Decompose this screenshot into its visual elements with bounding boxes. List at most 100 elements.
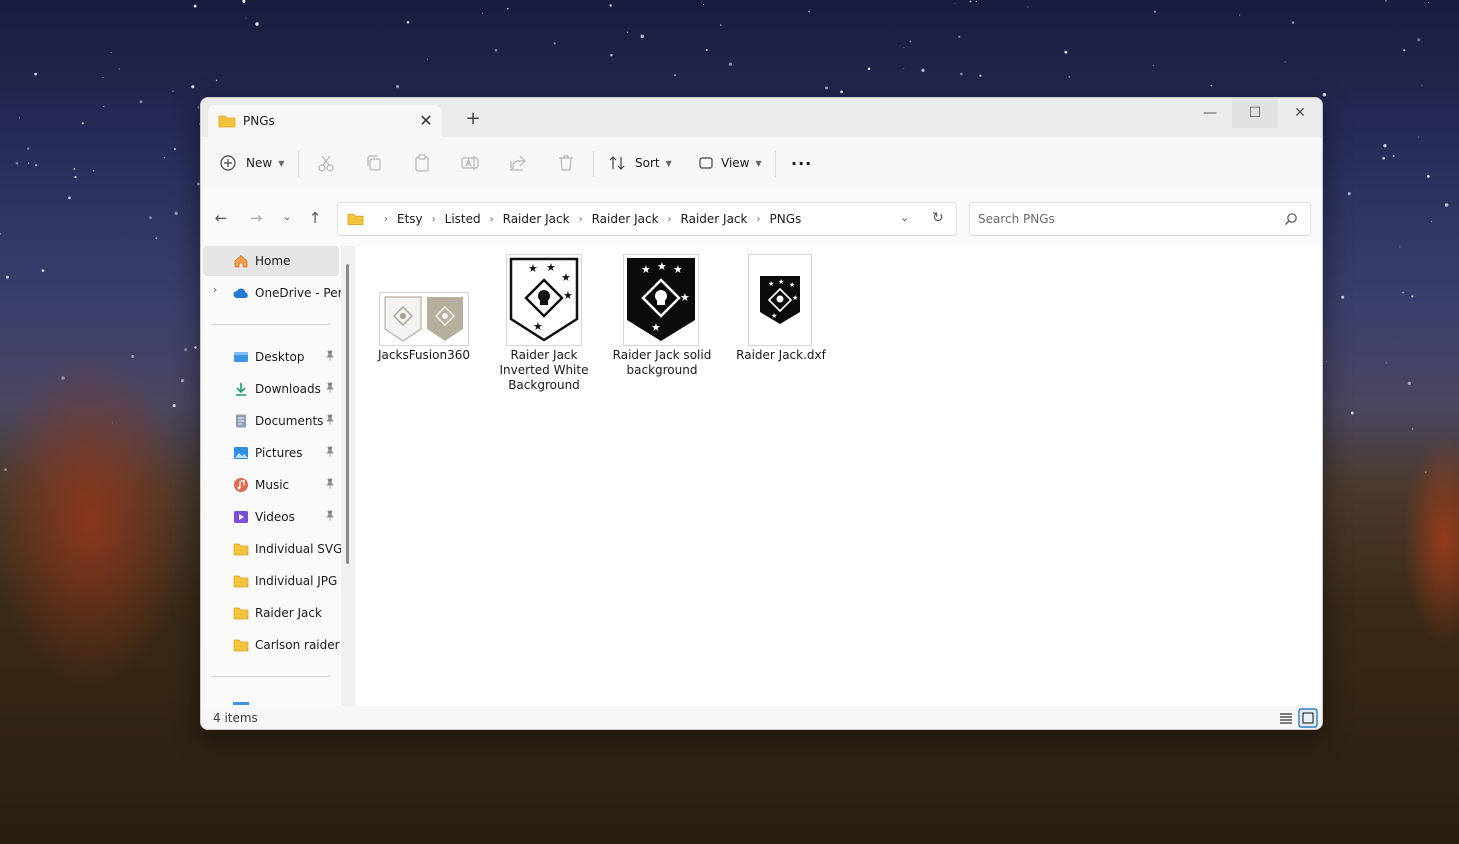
star — [494, 48, 498, 52]
view-button[interactable]: View ▼ — [697, 149, 762, 177]
forward-arrow-icon[interactable]: → — [246, 208, 266, 228]
minimize-button[interactable]: — — [1187, 98, 1233, 128]
star — [954, 3, 956, 5]
close-tab-icon[interactable]: ✕ — [416, 111, 436, 131]
star — [68, 196, 71, 200]
new-tab-button[interactable]: + — [463, 109, 483, 129]
pin-icon — [326, 446, 334, 457]
star — [1027, 6, 1029, 8]
address-dropdown-chevron-icon[interactable]: ⌄ — [900, 211, 909, 224]
cut-icon[interactable] — [316, 153, 336, 173]
star — [1424, 471, 1427, 473]
star — [909, 40, 912, 43]
breadcrumb-pngs[interactable]: PNGs — [769, 212, 801, 226]
address-bar[interactable]: › Etsy › Listed › Raider Jack › Raider J… — [337, 202, 957, 236]
star — [396, 85, 400, 89]
maximize-button[interactable]: ☐ — [1232, 98, 1278, 128]
pin-icon — [326, 382, 334, 393]
file-item[interactable]: ★ ★ ★ ★ ★ Raider Jack solid background — [607, 254, 717, 378]
star — [92, 169, 95, 172]
breadcrumb-raider-jack-2[interactable]: Raider Jack — [592, 212, 659, 226]
svg-text:★: ★ — [778, 278, 784, 286]
sidebar-item-onedrive[interactable]: › OneDrive - Perso — [201, 278, 341, 308]
star — [553, 42, 556, 45]
star — [1392, 154, 1395, 158]
sidebar-item-individual-svg[interactable]: Individual SVG — [201, 534, 341, 564]
share-icon[interactable] — [508, 153, 528, 173]
breadcrumb-raider-jack-3[interactable]: Raider Jack — [681, 212, 748, 226]
star — [1210, 84, 1213, 87]
star — [969, 0, 972, 3]
back-arrow-icon[interactable]: ← — [211, 208, 231, 228]
star — [728, 62, 733, 66]
sidebar-item-label: Raider Jack — [255, 606, 322, 620]
star — [61, 376, 65, 380]
file-item[interactable]: ★ ★ ★ ★ ★ Raider Jack.dxf — [726, 254, 836, 363]
sidebar-item-documents[interactable]: Documents — [201, 406, 341, 436]
star — [1411, 428, 1414, 430]
star — [610, 53, 613, 57]
sidebar-item-label: Home — [255, 254, 291, 268]
tab-pngs[interactable]: PNGs ✕ — [208, 105, 442, 137]
sidebar-item-individual-jpg[interactable]: Individual JPG — [201, 566, 341, 596]
desktop-icon — [234, 352, 248, 362]
search-icon[interactable] — [1284, 212, 1298, 226]
scrollbar-thumb[interactable] — [346, 264, 349, 564]
file-item[interactable]: ★ ★ ★ ★ ★ Raider Jack Inverted White Bac… — [489, 254, 599, 393]
delete-icon[interactable] — [556, 153, 576, 173]
file-name: Raider Jack.dxf — [736, 348, 826, 362]
sidebar-item-pictures[interactable]: Pictures — [201, 438, 341, 468]
star — [1418, 136, 1420, 138]
up-arrow-icon[interactable]: ↑ — [305, 208, 325, 228]
status-bar: 4 items — [201, 706, 1322, 729]
more-options-button[interactable]: ··· — [791, 149, 812, 177]
sidebar-item-home[interactable]: Home — [203, 246, 339, 276]
recent-locations-chevron-icon[interactable]: ⌄ — [277, 208, 297, 228]
star — [102, 76, 104, 79]
close-window-button[interactable]: ✕ — [1277, 98, 1322, 128]
breadcrumb-raider-jack-1[interactable]: Raider Jack — [503, 212, 570, 226]
paste-icon[interactable] — [412, 153, 432, 173]
star — [34, 72, 37, 76]
sort-button[interactable]: Sort ▼ — [608, 149, 672, 177]
star — [149, 216, 153, 220]
toolbar-divider — [298, 151, 299, 177]
new-button[interactable]: New ▼ — [219, 149, 284, 177]
sidebar-item-carlson-raider[interactable]: Carlson raider — [201, 630, 341, 660]
breadcrumb-etsy[interactable]: Etsy — [397, 212, 423, 226]
sidebar-item-desktop[interactable]: Desktop — [201, 342, 341, 372]
star — [19, 117, 21, 119]
expand-chevron-icon[interactable]: › — [213, 285, 217, 296]
file-item[interactable]: JacksFusion360 — [369, 254, 479, 363]
rename-icon[interactable] — [460, 153, 480, 173]
star — [1153, 10, 1157, 13]
sidebar-item-raider-jack[interactable]: Raider Jack — [201, 598, 341, 628]
large-icons-view-icon[interactable] — [1298, 708, 1318, 728]
folder-icon — [233, 639, 249, 652]
sidebar-item-videos[interactable]: Videos — [201, 502, 341, 532]
toolbar-divider — [593, 151, 594, 177]
star — [193, 4, 197, 8]
file-list: JacksFusion360 ★ ★ ★ ★ ★ Raider Jack Inv… — [356, 246, 1322, 706]
star — [1325, 361, 1328, 363]
svg-text:★: ★ — [657, 260, 667, 273]
star — [5, 275, 9, 279]
command-bar: New ▼ Sort ▼ View ▼ ··· — [201, 137, 1322, 191]
details-view-icon[interactable] — [1276, 708, 1296, 728]
refresh-icon[interactable]: ↻ — [932, 210, 944, 226]
chevron-down-icon: ▼ — [755, 158, 762, 168]
black-shield-thumbnail-icon: ★ ★ ★ ★ ★ — [623, 254, 699, 346]
pin-icon — [326, 414, 334, 425]
star — [191, 85, 195, 89]
copy-icon[interactable] — [364, 153, 384, 173]
sidebar-item-downloads[interactable]: Downloads — [201, 374, 341, 404]
star — [118, 68, 120, 70]
breadcrumb-listed[interactable]: Listed — [445, 212, 481, 226]
search-box[interactable]: Search PNGs — [969, 202, 1311, 236]
sidebar-item-music[interactable]: Music — [201, 470, 341, 500]
star — [112, 422, 114, 424]
sidebar-scrollbar[interactable] — [341, 246, 355, 706]
star — [1291, 21, 1295, 24]
breadcrumb-separator: › — [384, 213, 388, 225]
star — [41, 269, 45, 272]
